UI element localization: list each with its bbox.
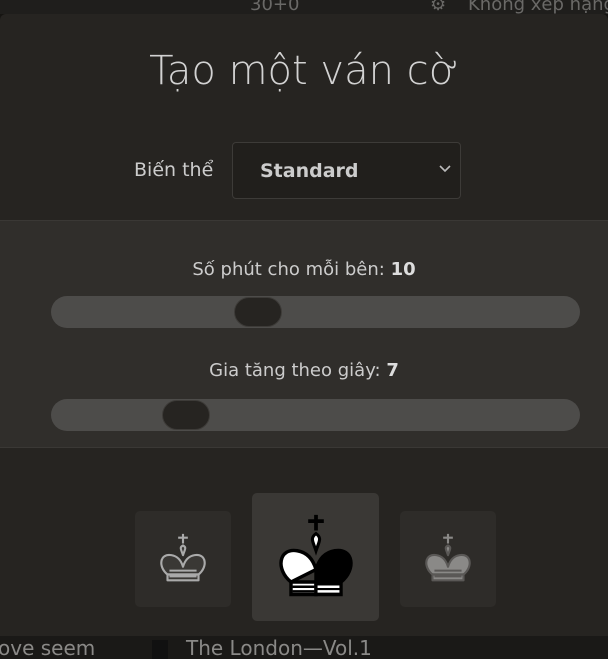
random-king-icon xyxy=(278,514,353,597)
play-white-button[interactable] xyxy=(400,511,496,607)
variant-label: Biến thể xyxy=(134,159,214,181)
background-text-right: The London—Vol.1 xyxy=(186,636,372,659)
background-bottom-strip: ove seem The London—Vol.1 xyxy=(0,636,608,659)
increment-slider[interactable] xyxy=(51,399,580,431)
chevron-down-icon xyxy=(439,165,451,173)
gear-icon: ⚙ xyxy=(430,0,447,14)
background-text-left: ove seem xyxy=(0,636,96,659)
variant-select[interactable]: Standard xyxy=(232,142,461,199)
background-square xyxy=(152,640,168,659)
dialog-title: Tạo một ván cờ xyxy=(149,48,459,94)
increment-label: Gia tăng theo giây: 7 xyxy=(209,360,399,381)
variant-row: Biến thể Standard xyxy=(0,142,608,200)
variant-selected-value: Standard xyxy=(260,160,359,182)
minutes-value: 10 xyxy=(390,259,416,280)
minutes-label: Số phút cho mỗi bên: 10 xyxy=(192,259,416,280)
black-king-icon xyxy=(160,533,206,582)
white-king-icon xyxy=(425,533,471,582)
play-black-button[interactable] xyxy=(135,511,231,607)
background-time-control: 30+0 xyxy=(250,0,300,14)
minutes-slider-thumb[interactable] xyxy=(234,297,282,327)
increment-value: 7 xyxy=(386,360,399,381)
color-choice-section xyxy=(0,448,608,636)
play-random-button[interactable] xyxy=(252,493,379,621)
increment-slider-thumb[interactable] xyxy=(162,400,210,430)
create-game-dialog: Tạo một ván cờ Biến thể Standard Số phút… xyxy=(0,14,608,636)
background-top-strip: 30+0 ⚙ Không xếp hạng xyxy=(0,0,608,14)
minutes-slider[interactable] xyxy=(51,296,580,328)
time-control-section: Số phút cho mỗi bên: 10 Gia tăng theo gi… xyxy=(0,220,608,448)
background-mode-text: Không xếp hạng xyxy=(468,0,608,14)
